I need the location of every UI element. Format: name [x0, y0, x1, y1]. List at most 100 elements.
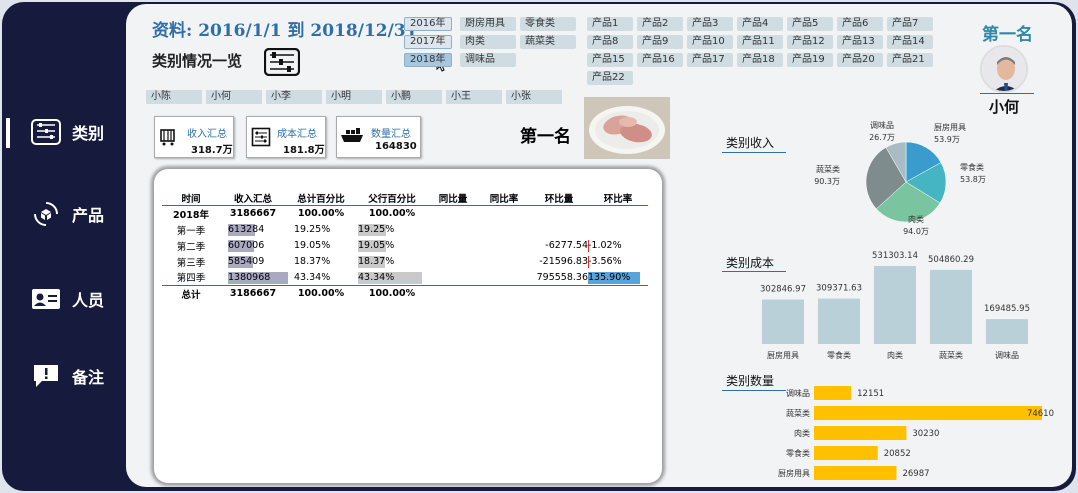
bar	[874, 266, 916, 344]
page-title: 资料: 2016/1/1 到 2018/12/31	[152, 21, 418, 41]
product-option[interactable]: 产品21	[887, 53, 933, 67]
slice-value-label: 26.7万	[869, 133, 895, 142]
top-product-image	[584, 97, 670, 159]
product-option[interactable]: 产品20	[837, 53, 883, 67]
abacus-icon	[263, 47, 301, 80]
bar	[814, 406, 1042, 420]
cell-time: 第二季	[176, 241, 206, 253]
person-option[interactable]: 小王	[446, 90, 502, 104]
slice-category-label: 调味品	[870, 120, 894, 130]
product-option[interactable]: 产品6	[837, 17, 883, 31]
slice-value-label: 94.0万	[903, 227, 929, 236]
cell-income: 1380968	[220, 270, 288, 286]
cell-mom-rate: -1.02%	[588, 239, 622, 252]
sidebar-item-notes[interactable]: 备注	[30, 362, 104, 390]
product-option[interactable]: 产品16	[637, 53, 683, 67]
product-option[interactable]: 产品5	[787, 17, 833, 31]
cell-parent-pct: 19.25%	[358, 223, 395, 236]
cell-mom-rate	[588, 206, 648, 222]
cell-income: 3186667	[229, 208, 277, 220]
bar-value-label: 30230	[912, 429, 939, 439]
category-option[interactable]: 厨房用具	[460, 17, 516, 31]
cell-total-pct: 18.37%	[294, 256, 331, 267]
person-avatar	[980, 45, 1028, 93]
table-header-row: 时间 收入汇总 总计百分比 父行百分比 同比量 同比率 环比量 环比率	[162, 191, 648, 206]
sidebar-item-people[interactable]: 人员	[30, 285, 104, 313]
cell-yoy	[428, 270, 478, 286]
divider	[722, 152, 786, 153]
category-tick-label: 调味品	[995, 350, 1019, 360]
product-option[interactable]: 产品8	[587, 35, 633, 49]
product-option[interactable]: 产品15	[587, 53, 633, 67]
bar-value-label: 169485.95	[984, 304, 1030, 314]
product-option[interactable]: 产品14	[887, 35, 933, 49]
product-option[interactable]: 产品22	[587, 71, 633, 85]
cost-bar-chart: 302846.97 厨房用具 309371.63 零食类 531303.14 肉类 5048…	[760, 251, 1030, 360]
cell-time: 总计	[162, 285, 220, 302]
person-option[interactable]: 小明	[326, 90, 382, 104]
cargo-ship-icon	[340, 127, 364, 149]
cell-total-pct: 19.05%	[294, 240, 331, 251]
person-option[interactable]: 小鹏	[386, 90, 442, 104]
cell-income: 613284	[228, 223, 265, 236]
cell-time: 2018年	[173, 209, 209, 221]
abacus-icon	[30, 118, 62, 146]
product-option[interactable]: 产品9	[637, 35, 683, 49]
cell-empty	[478, 285, 530, 302]
chart-title-income: 类别收入	[726, 136, 775, 150]
cell-empty	[530, 285, 588, 302]
sidebar: 类别 产品 人员 备注	[2, 2, 126, 491]
cell-mom-rate	[588, 222, 648, 238]
bar-value-label: 302846.97	[760, 285, 806, 295]
product-option[interactable]: 产品18	[737, 53, 783, 67]
category-option[interactable]: 零食类	[520, 17, 576, 31]
product-option[interactable]: 产品2	[637, 17, 683, 31]
kpi-quantity: 数量汇总 164830	[336, 116, 421, 158]
year-option[interactable]: 2018年	[404, 53, 452, 67]
product-option[interactable]: 产品4	[737, 17, 783, 31]
category-option[interactable]: 调味品	[460, 53, 516, 67]
bar	[818, 298, 860, 344]
sidebar-item-product[interactable]: 产品	[30, 200, 104, 228]
product-option[interactable]: 产品17	[687, 53, 733, 67]
year-option[interactable]: 2017年	[404, 35, 452, 49]
income-table-card: 时间 收入汇总 总计百分比 父行百分比 同比量 同比率 环比量 环比率 2018年 318666…	[154, 169, 662, 483]
category-option[interactable]: 蔬菜类	[520, 35, 576, 49]
cell-parent-pct: 100.00%	[368, 208, 416, 220]
slice-value-label: 53.8万	[960, 175, 986, 184]
category-tick-label: 肉类	[794, 428, 810, 438]
category-tick-label: 零食类	[827, 350, 851, 360]
column-header: 总计百分比	[286, 191, 356, 206]
product-option[interactable]: 产品19	[787, 53, 833, 67]
product-option[interactable]: 产品11	[737, 35, 783, 49]
column-header: 同比量	[428, 191, 478, 206]
sidebar-item-label: 备注	[72, 368, 105, 387]
cell-yoy-rate	[478, 222, 530, 238]
product-option[interactable]: 产品10	[687, 35, 733, 49]
bar-value-label: 74610	[1027, 409, 1054, 419]
person-option[interactable]: 小李	[266, 90, 322, 104]
product-option[interactable]: 产品3	[687, 17, 733, 31]
box-cycle-icon	[30, 200, 62, 228]
cell-mom	[530, 222, 588, 238]
category-tick-label: 调味品	[786, 388, 810, 398]
product-option[interactable]: 产品13	[837, 35, 883, 49]
table-row: 第三季 585409 18.37% 18.37% -21596.83 -3.56%	[162, 254, 648, 270]
bar	[814, 386, 852, 400]
product-option[interactable]: 产品12	[787, 35, 833, 49]
person-option[interactable]: 小张	[506, 90, 562, 104]
cell-yoy	[428, 206, 478, 222]
year-option[interactable]: 2016年	[404, 17, 452, 31]
category-option[interactable]: 肉类	[460, 35, 516, 49]
sidebar-item-category[interactable]: 类别	[30, 118, 104, 146]
product-option[interactable]: 产品7	[887, 17, 933, 31]
category-tick-label: 肉类	[887, 350, 903, 360]
cell-income: 3186667	[220, 285, 286, 302]
person-option[interactable]: 小陈	[146, 90, 202, 104]
table-row: 第四季 1380968 43.34% 43.34% 795558.36 135.90%	[162, 270, 648, 286]
category-tick-label: 厨房用具	[778, 468, 810, 478]
product-option[interactable]: 产品1	[587, 17, 633, 31]
bar	[762, 299, 804, 344]
person-option[interactable]: 小何	[206, 90, 262, 104]
slice-category-label: 零食类	[960, 162, 984, 172]
